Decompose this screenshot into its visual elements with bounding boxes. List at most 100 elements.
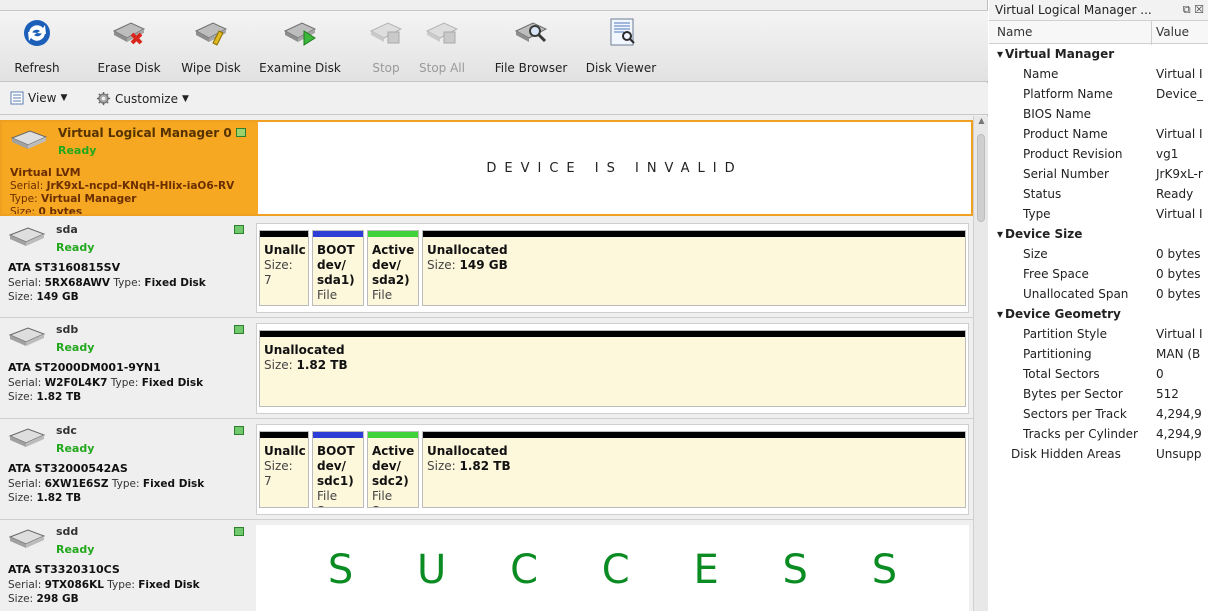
disk-info-sdb: sdb Ready ATA ST2000DM001-9YN1 Serial: W… [0, 319, 254, 418]
chevron-down-icon: ▼ [182, 93, 189, 104]
gear-icon [96, 91, 111, 106]
property-row[interactable]: Disk Hidden Areas Unsupp [989, 444, 1208, 464]
customize-menu[interactable]: Customize ▼ [96, 91, 189, 106]
disk-info-sdc: sdc Ready ATA ST32000542AS Serial: 6XW1E… [0, 420, 254, 519]
column-header-name[interactable]: Name [997, 25, 1032, 39]
wipe-disk-button[interactable]: Wipe Disk [176, 11, 246, 83]
property-row[interactable]: Sectors per Track 4,294,9 [989, 404, 1208, 424]
property-name: Disk Hidden Areas [1011, 447, 1121, 461]
property-row[interactable]: Tracks per Cylinder 4,294,9 [989, 424, 1208, 444]
property-group[interactable]: ▾ Virtual Manager [989, 44, 1208, 64]
vertical-scrollbar[interactable]: ▲ [973, 116, 988, 611]
file-browser-icon [514, 22, 548, 43]
property-row[interactable]: Partitioning MAN (B [989, 344, 1208, 364]
property-row[interactable]: Partition Style Virtual I [989, 324, 1208, 344]
partition-active[interactable]: Active dev/ sda2) File Sys [367, 230, 419, 306]
property-row[interactable]: Total Sectors 0 [989, 364, 1208, 384]
property-value: Virtual I [1156, 67, 1203, 81]
close-icon[interactable]: ☒ [1194, 3, 1204, 16]
disk-info-sdd: sdd Ready ATA ST3320310CS Serial: 9TX086… [0, 521, 254, 611]
property-row[interactable]: Name Virtual I [989, 64, 1208, 84]
examine-disk-button[interactable]: Examine Disk [254, 11, 346, 83]
scrollbar-thumb[interactable] [977, 134, 985, 222]
partition-unallocated[interactable]: Unallocated Size: 1.82 TB [259, 330, 966, 407]
stop-all-icon [425, 22, 459, 44]
partition-boot[interactable]: BOOT dev/ sda1) File Sys [312, 230, 364, 306]
status-flag-icon [234, 325, 244, 334]
size-line: Size: 298 GB [8, 593, 79, 605]
property-value: MAN (B [1156, 347, 1201, 361]
property-value: 4,294,9 [1156, 407, 1202, 421]
erase-disk-button[interactable]: Erase Disk [92, 11, 166, 83]
property-name: Status [1023, 187, 1062, 201]
float-icon[interactable]: ⧉ [1183, 3, 1191, 16]
property-group[interactable]: ▾ Device Geometry [989, 304, 1208, 324]
property-name: Name [1023, 67, 1059, 81]
refresh-button[interactable]: Refresh [12, 11, 62, 83]
wipe-disk-icon [194, 22, 228, 46]
property-name: Serial Number [1023, 167, 1109, 181]
property-row[interactable]: Unallocated Span 0 bytes [989, 284, 1208, 304]
disk-viewer-button[interactable]: Disk Viewer [582, 11, 660, 83]
property-row[interactable]: Status Ready [989, 184, 1208, 204]
property-row[interactable]: Size 0 bytes [989, 244, 1208, 264]
type-line: Type: Virtual Manager [10, 193, 137, 205]
property-row[interactable]: Product Revision vg1 [989, 144, 1208, 164]
panel-window-buttons: ⧉ ☒ [1183, 3, 1204, 17]
property-value: Device_ [1156, 87, 1204, 101]
property-value: 4,294,9 [1156, 427, 1202, 441]
property-group-label: ▾ Device Size [997, 227, 1083, 241]
partition-unallocated[interactable]: Unallc Size: 7 [259, 431, 309, 508]
property-row[interactable]: Serial Number JrK9xL-r [989, 164, 1208, 184]
success-message: S U C C E S S [256, 525, 969, 611]
property-value: 0 bytes [1156, 287, 1201, 301]
partition-map: Unallocated Size: 1.82 TB [256, 323, 969, 414]
property-name: Total Sectors [1023, 367, 1100, 381]
stop-all-button[interactable]: Stop All [412, 11, 472, 83]
property-row[interactable]: Free Space 0 bytes [989, 264, 1208, 284]
property-name: Product Name [1023, 127, 1108, 141]
view-menu[interactable]: View ▼ [10, 91, 67, 105]
partition-unallocated[interactable]: Unallocated Size: 1.82 TB [422, 431, 966, 508]
disk-row-sdd[interactable]: sdd Ready ATA ST3320310CS Serial: 9TX086… [0, 521, 973, 611]
view-icon [10, 91, 24, 105]
size-line: Size: 0 bytes [10, 206, 83, 214]
property-row[interactable]: Type Virtual I [989, 204, 1208, 224]
partition-boot[interactable]: BOOT dev/ sdc1) File Sys [312, 431, 364, 508]
stop-button[interactable]: Stop [366, 11, 406, 83]
serial-line: Serial: W2F0L4K7 Type: Fixed Disk [8, 377, 204, 389]
serial-line: Serial: 6XW1E6SZ Type: Fixed Disk [8, 478, 205, 490]
partition-active[interactable]: Active dev/ sdc2) File Sys [367, 431, 419, 508]
property-name: Type [1023, 207, 1051, 221]
partition-unallocated[interactable]: Unallc Size: 7 [259, 230, 309, 306]
column-header-value[interactable]: Value [1156, 25, 1189, 39]
property-row[interactable]: Product Name Virtual I [989, 124, 1208, 144]
device-invalid-message: DEVICE IS INVALID [258, 122, 971, 214]
view-bar: View ▼ Customize ▼ [0, 83, 988, 115]
hard-disk-icon [8, 428, 46, 447]
partition-unallocated[interactable]: Unallocated Size: 149 GB [422, 230, 966, 306]
property-value: vg1 [1156, 147, 1179, 161]
property-group[interactable]: ▾ Device Size [989, 224, 1208, 244]
erase-disk-icon [112, 22, 146, 45]
scroll-up-icon[interactable]: ▲ [974, 116, 989, 130]
size-line: Size: 1.82 TB [8, 492, 82, 504]
property-value: Virtual I [1156, 127, 1203, 141]
serial-line: Serial: JrK9xL-ncpd-KNqH-Hlix-iaO6-RV [10, 180, 235, 192]
property-value: 0 [1156, 367, 1164, 381]
expand-triangle-icon[interactable]: ▾ [997, 307, 1003, 321]
file-browser-button[interactable]: File Browser [490, 11, 572, 83]
property-row[interactable]: BIOS Name [989, 104, 1208, 124]
expand-triangle-icon[interactable]: ▾ [997, 47, 1003, 61]
expand-triangle-icon[interactable]: ▾ [997, 227, 1003, 241]
chevron-down-icon: ▼ [60, 93, 68, 103]
disk-row-sdb[interactable]: sdb Ready ATA ST2000DM001-9YN1 Serial: W… [0, 319, 973, 419]
property-row[interactable]: Bytes per Sector 512 [989, 384, 1208, 404]
disk-row-sda[interactable]: sda Ready ATA ST3160815SV Serial: 5RX68A… [0, 219, 973, 318]
disk-row-vlm[interactable]: Virtual Logical Manager 0 Ready Virtual … [0, 120, 973, 216]
size-line: Size: 1.82 TB [8, 391, 82, 403]
status-flag-icon [234, 426, 244, 435]
property-row[interactable]: Platform Name Device_ [989, 84, 1208, 104]
status-flag-icon [234, 527, 244, 536]
disk-row-sdc[interactable]: sdc Ready ATA ST32000542AS Serial: 6XW1E… [0, 420, 973, 520]
